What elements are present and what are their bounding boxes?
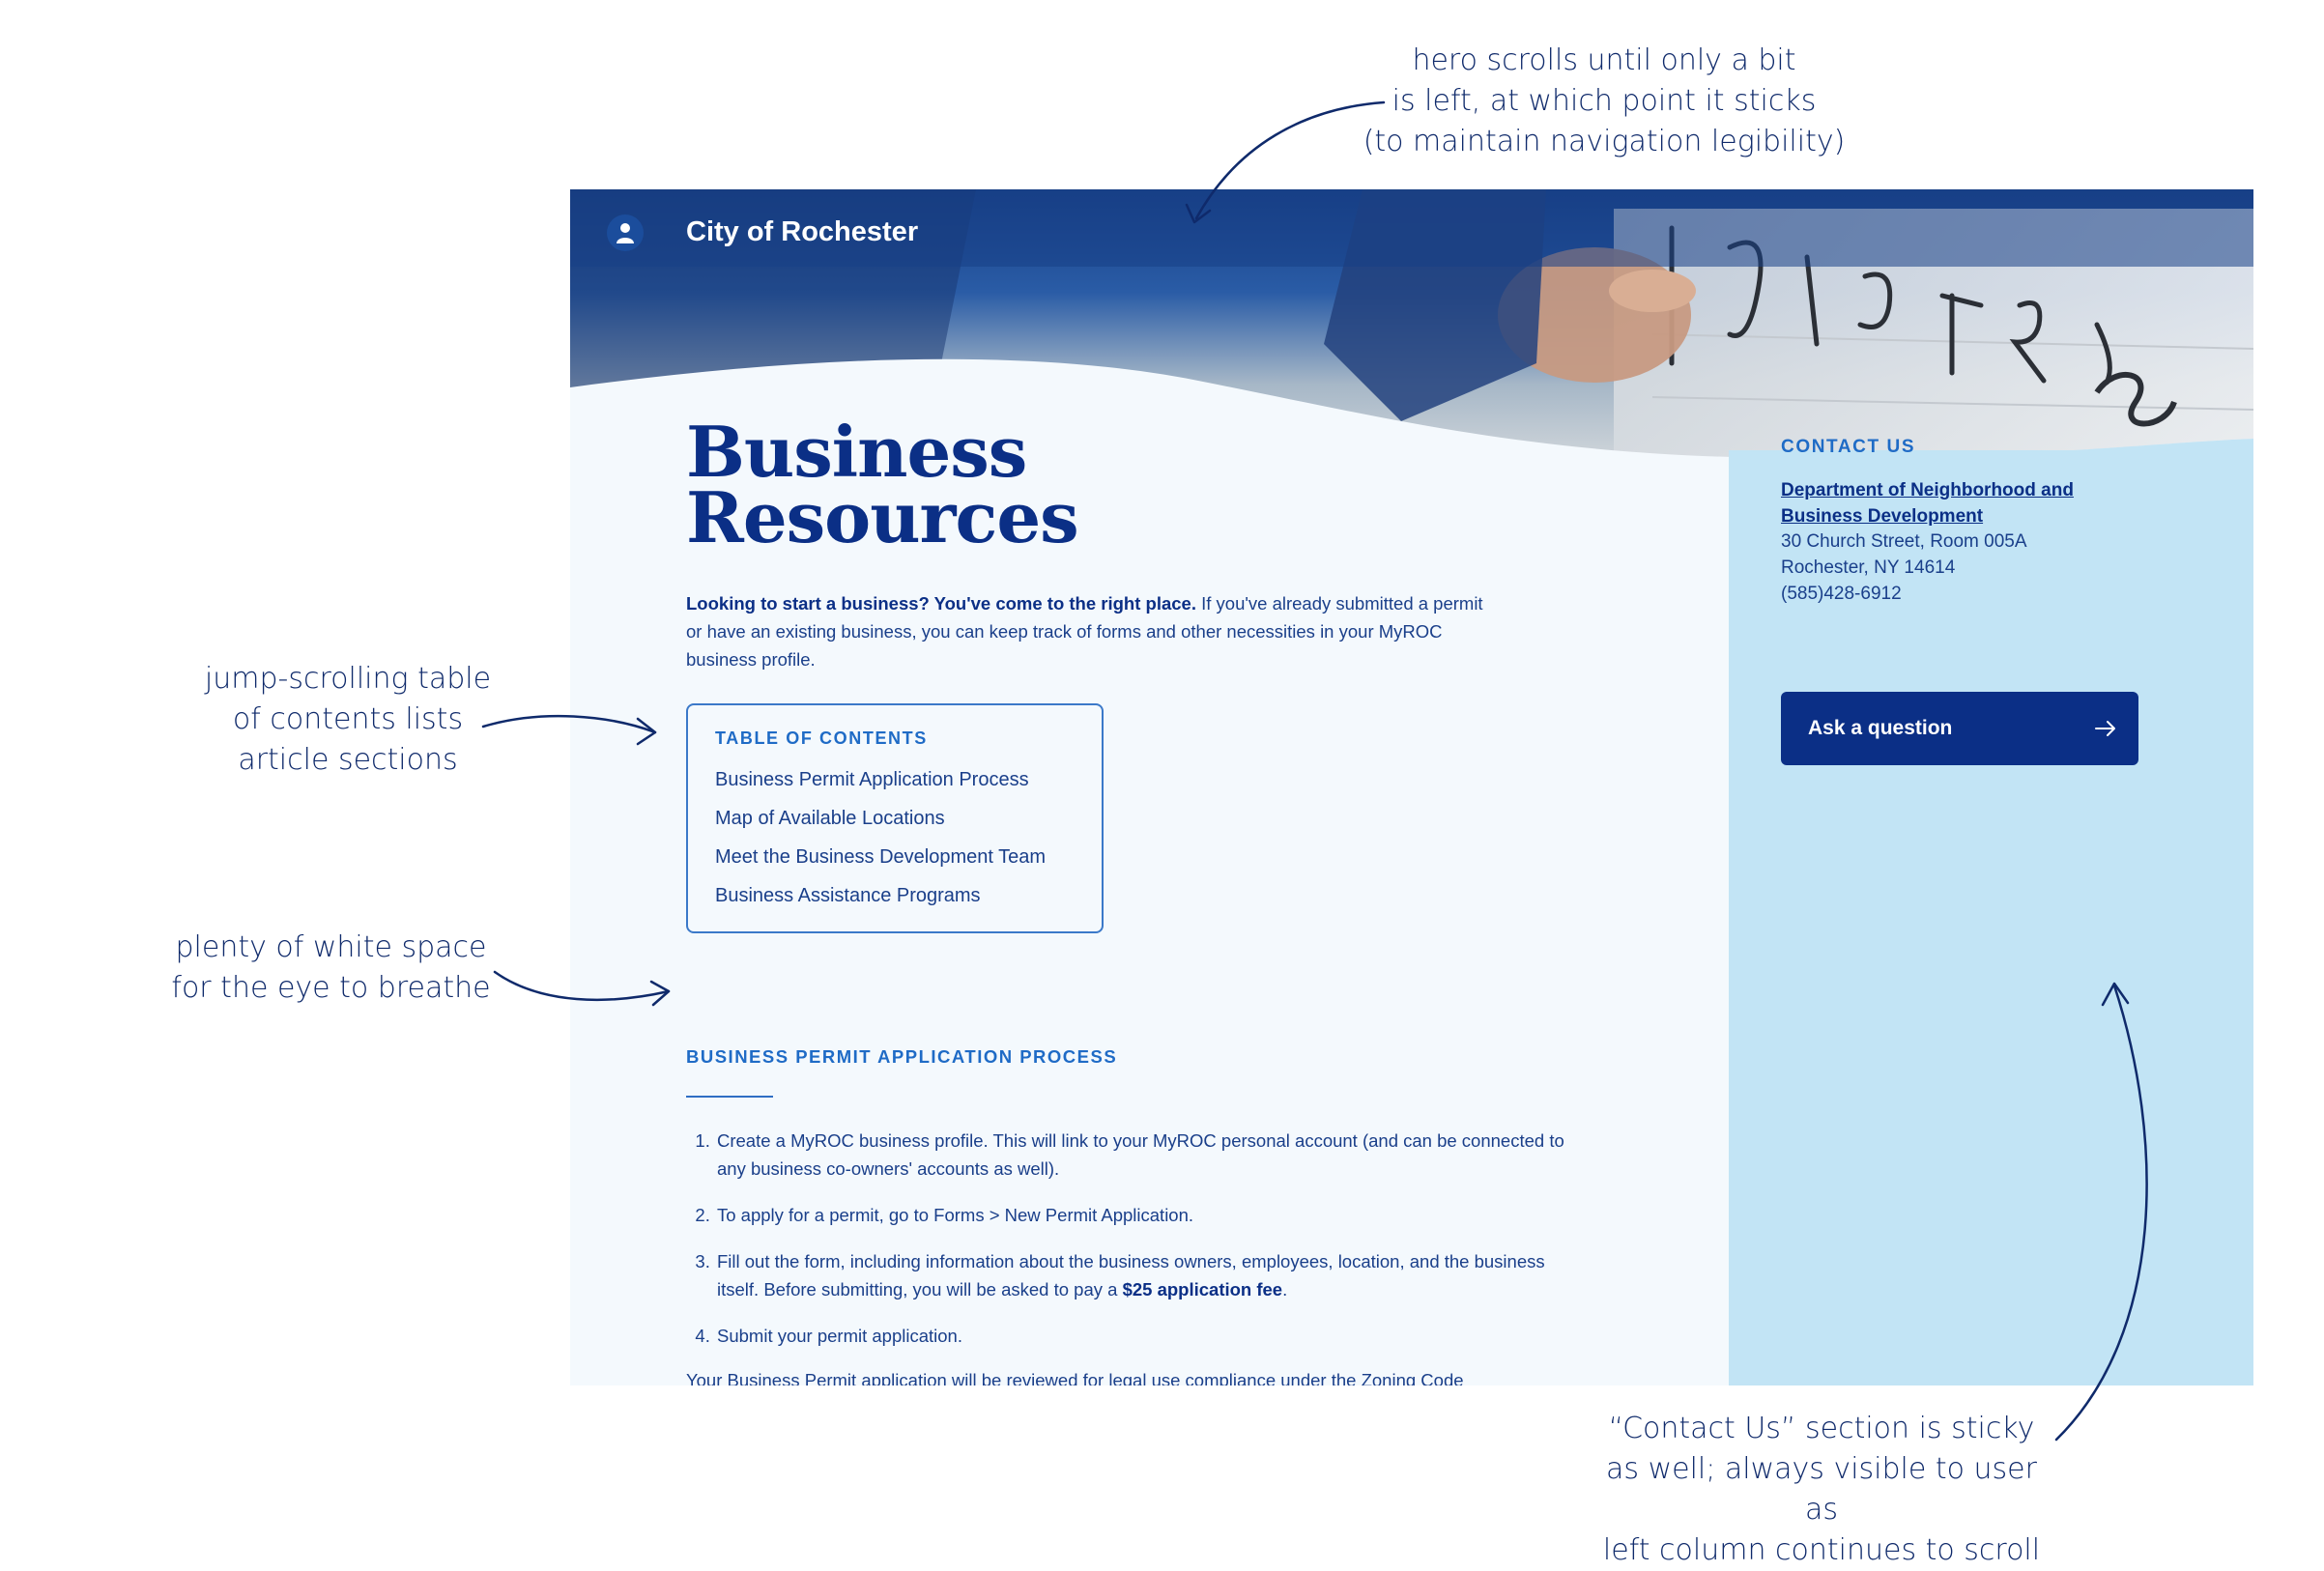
annotation-arrows <box>481 100 2148 1442</box>
hero-arrow <box>1194 100 1386 220</box>
toc-arrowhead <box>636 717 657 746</box>
toc-arrow <box>481 714 657 734</box>
contact-arrow <box>2054 984 2148 1442</box>
white-space-arrow <box>493 970 671 1001</box>
contact-arrowhead <box>2101 982 2130 1007</box>
